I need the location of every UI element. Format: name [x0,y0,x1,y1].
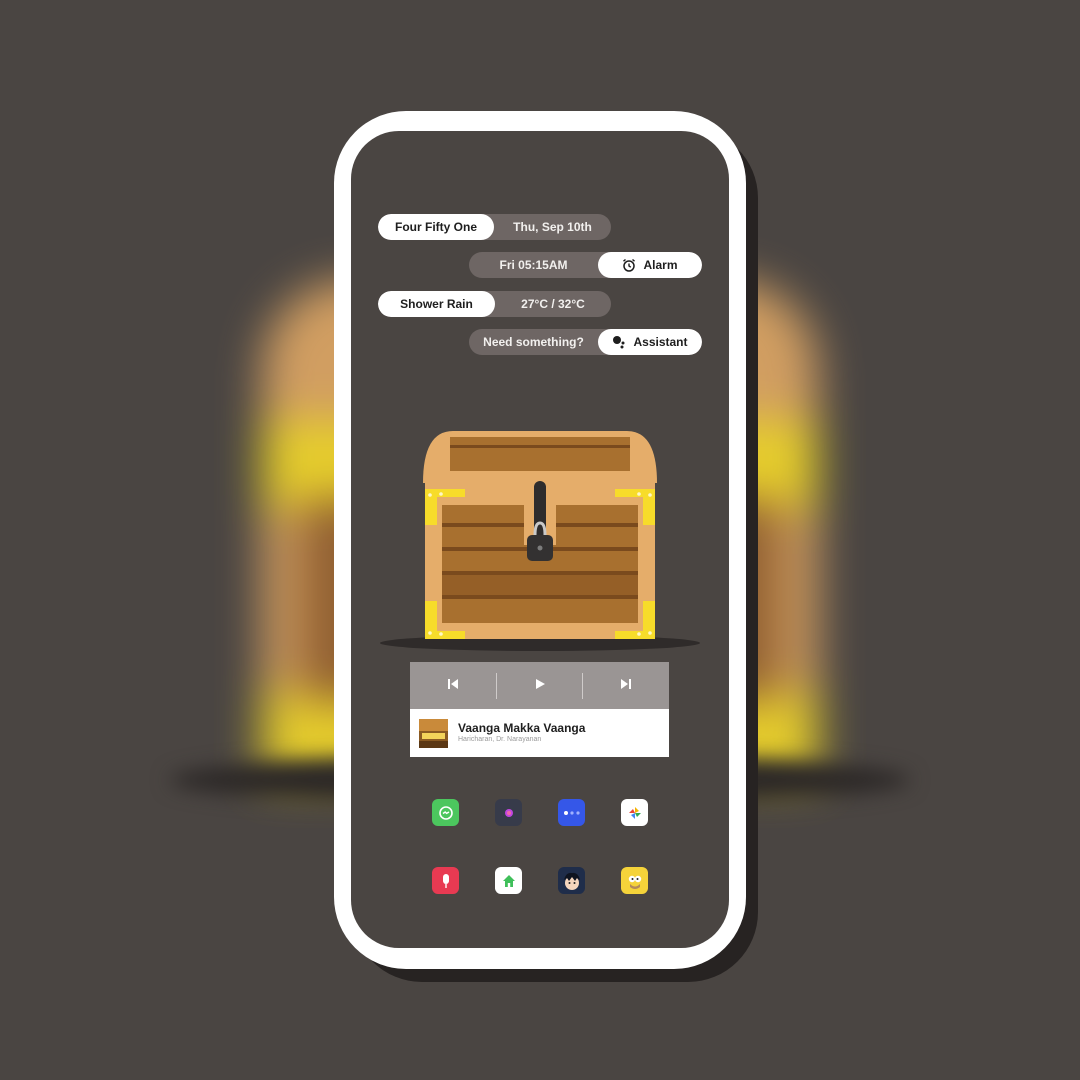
photos-app-icon[interactable] [621,799,648,826]
music-player-widget: Vaanga Makka Vaanga Haricharan, Dr. Nara… [410,662,669,758]
homer-app-icon[interactable] [621,867,648,894]
treasure-chest-illustration [379,425,701,655]
album-art [419,718,448,748]
phone-screen: Four Fifty One Thu, Sep 10th Fri 05:15AM… [351,131,729,948]
previous-icon [447,677,459,695]
music-controls [410,662,669,709]
recorder-app-icon[interactable] [432,867,459,894]
anime-boy-app-icon[interactable] [558,867,585,894]
weather-widget[interactable]: Shower Rain 27°C / 32°C [378,291,611,317]
next-button[interactable] [583,662,669,709]
phone-frame: Four Fifty One Thu, Sep 10th Fri 05:15AM… [334,111,746,969]
assistant-icon [612,335,626,349]
assistant-prompt-text: Need something? [483,335,584,349]
messages-app-icon[interactable] [432,799,459,826]
assistant-button[interactable]: Assistant [598,329,702,355]
date-text: Thu, Sep 10th [513,220,592,234]
play-icon [534,677,546,695]
weather-condition-text: Shower Rain [378,291,495,317]
play-button[interactable] [497,662,583,709]
track-title: Vaanga Makka Vaanga [458,721,586,735]
clock-text: Four Fifty One [378,214,494,240]
alarm-time-text: Fri 05:15AM [499,258,568,272]
track-artist: Haricharan, Dr. Narayanan [458,736,542,743]
alarm-button[interactable]: Alarm [598,252,702,278]
home-app-icon[interactable] [495,867,522,894]
track-info: Vaanga Makka Vaanga Haricharan, Dr. Nara… [458,721,585,745]
assistant-widget[interactable]: Need something? Assistant [469,329,702,355]
camera-app-icon[interactable] [495,799,522,826]
assistant-label: Assistant [633,335,688,349]
now-playing-row[interactable]: Vaanga Makka Vaanga Haricharan, Dr. Nara… [410,709,669,757]
alarm-label: Alarm [643,258,678,272]
previous-button[interactable] [410,662,496,709]
clock-widget[interactable]: Four Fifty One Thu, Sep 10th [378,214,611,240]
chat-app-icon[interactable] [558,799,585,826]
next-icon [620,677,632,695]
temperature-text: 27°C / 32°C [521,297,585,311]
alarm-clock-icon [622,258,636,272]
alarm-widget[interactable]: Fri 05:15AM Alarm [469,252,702,278]
